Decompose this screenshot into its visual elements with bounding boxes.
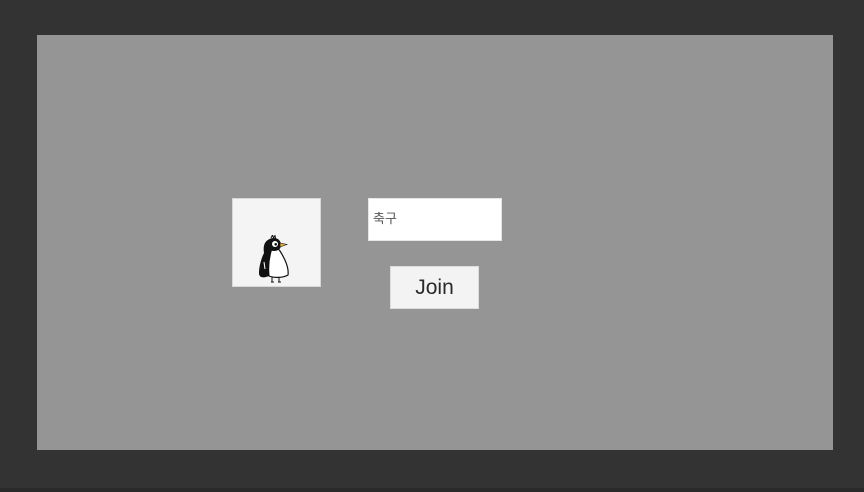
game-viewport: Join xyxy=(37,35,833,450)
name-input[interactable] xyxy=(368,198,502,241)
bottom-strip xyxy=(0,488,864,492)
avatar-panel[interactable] xyxy=(232,198,321,287)
penguin-icon xyxy=(259,235,289,283)
join-button[interactable]: Join xyxy=(390,266,479,309)
